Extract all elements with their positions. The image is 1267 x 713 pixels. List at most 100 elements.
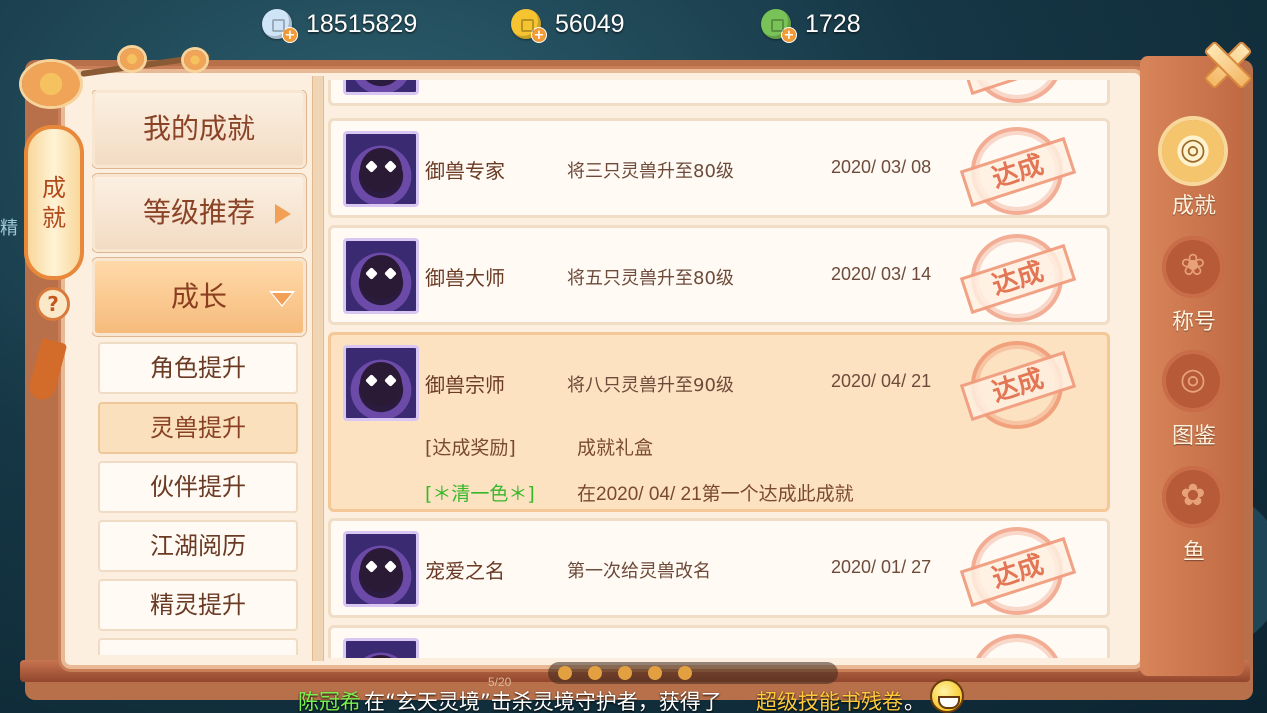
subcategory-role[interactable]: 角色提升 [98,342,298,394]
category-label: 等级推荐 [142,196,255,229]
side-edge-label: 精 [0,218,18,239]
stamp-label: 达成 [959,350,1077,422]
achievement-date: 2020/ 03/ 14 [831,264,932,284]
tab-label: 鱼 [1182,540,1205,565]
subcategory-spirit[interactable]: 精灵提升 [98,579,298,631]
subcategory-partner[interactable]: 伙伴提升 [98,461,298,513]
first-achiever-value: 在2020/ 04/ 21第一个达成此成就 [577,484,854,505]
completed-stamp [971,634,1063,658]
achievement-desc: 将五只灵兽升至80级 [567,268,734,289]
achievement-date: 2020/ 04/ 21 [831,371,932,391]
achievement-desc: 将八只灵兽升至90级 [567,375,734,396]
help-button[interactable]: ? [36,287,70,321]
tab-achievements[interactable]: ◎ 成就 [1152,120,1236,230]
stamp-label: 达成 [959,536,1077,608]
pet-avatar [343,131,419,207]
jade-coin-icon: + [761,9,797,43]
category-list[interactable]: 我的成就 等级推荐 成长 角色提升 灵兽提升 伙伴提升 江湖阅历 精灵提升 [92,90,308,655]
completed-stamp: 达成 [959,527,1077,615]
lantern-tab[interactable]: 成就 [24,125,84,280]
currency-bar: + 18515829 + 56049 + 1728 [0,4,1267,46]
gold-coin-icon: + [511,9,547,43]
chevron-down-icon [269,291,295,307]
category-growth[interactable]: 成长 [92,258,306,336]
completed-stamp: 达成 [959,234,1077,322]
subcategory-label: 伙伴提升 [150,473,246,501]
fish-icon: ✿ [1162,466,1224,528]
tab-collection[interactable]: ◎ 图鉴 [1152,350,1236,460]
achievement-date: 2020/ 01/ 27 [831,557,932,577]
achievement-row[interactable]: 达成 [328,80,1110,106]
achievement-desc: 第一次给灵兽改名 [567,561,711,582]
flower-icon [120,48,144,70]
first-achiever-label: [＊清一色＊] [425,483,535,505]
stamp-label: 达成 [959,80,1077,96]
subcategory-label: 精灵提升 [150,591,246,619]
achievement-list[interactable]: 达成 御兽专家 将三只灵兽升至80级 2020/ 03/ 08 达成 御兽大师 … [326,80,1114,658]
silver-coin-icon: + [262,9,298,43]
flame-icon [678,666,692,680]
silver-amount: 18515829 [306,9,418,38]
close-button[interactable] [1196,36,1256,90]
item-name[interactable]: 超级技能书残卷 [756,686,903,713]
player-name[interactable]: 陈冠希 [298,686,361,713]
subcategory-label: 灵兽提升 [150,414,246,442]
column-divider [312,76,324,661]
gold-amount: 56049 [555,9,625,38]
subcategory-label: 角色提升 [150,354,246,382]
achievement-name: 御兽专家 [425,159,505,183]
flower-icon [22,62,80,106]
add-icon[interactable]: + [531,27,547,43]
badge-icon: ❀ [1162,236,1224,298]
skill-bar [548,662,838,684]
subcategory-label: 江湖阅历 [150,532,246,560]
category-level-recommend[interactable]: 等级推荐 [92,174,306,252]
silver-currency[interactable]: + 18515829 [262,6,418,43]
achievement-name: 宠爱之名 [425,559,505,583]
system-broadcast: 陈冠希 在“玄天灵境”击杀灵境守护者，获得了 超级技能书残卷 。 [0,684,1267,713]
reward-label: [达成奖励] [425,437,516,459]
flame-icon [558,666,572,680]
stamp-label: 达成 [959,136,1077,208]
jade-amount: 1728 [805,9,861,38]
achievement-row[interactable]: 御兽专家 将三只灵兽升至80级 2020/ 03/ 08 达成 [328,118,1110,218]
add-icon[interactable]: + [282,27,298,43]
category-my-achievements[interactable]: 我的成就 [92,90,306,168]
reward-value: 成就礼盒 [577,437,654,459]
achievement-desc: 将三只灵兽升至80级 [567,161,734,182]
achievement-name: 御兽宗师 [425,373,505,397]
completed-stamp: 达成 [959,341,1077,429]
category-label: 成长 [170,280,227,313]
subcategory-pet[interactable]: 灵兽提升 [98,402,298,454]
completed-stamp: 达成 [959,127,1077,215]
achievement-row-expanded[interactable]: 御兽宗师 将八只灵兽升至90级 2020/ 04/ 21 达成 [达成奖励] 成… [328,332,1110,512]
flame-icon [618,666,632,680]
flame-icon [588,666,602,680]
tab-titles[interactable]: ❀ 称号 [1152,236,1236,346]
add-icon[interactable]: + [781,27,797,43]
pet-avatar [343,531,419,607]
subcategory-more[interactable] [98,638,298,655]
stamp-label: 达成 [959,243,1077,315]
tab-label: 称号 [1171,310,1216,335]
category-label: 我的成就 [142,112,255,145]
pet-avatar [343,238,419,314]
pet-avatar [343,345,419,421]
achievement-row[interactable]: 宠爱之名 第一次给灵兽改名 2020/ 01/ 27 达成 [328,518,1110,618]
tab-fish[interactable]: ✿ 鱼 [1152,466,1236,576]
lantern-label: 成就 [42,174,66,232]
broadcast-text: 在“玄天灵境”击杀灵境守护者，获得了 [364,690,722,713]
pet-avatar [343,638,419,658]
grin-emoji-icon [930,679,964,713]
tab-label: 图鉴 [1171,424,1216,449]
achievement-name: 御兽大师 [425,266,505,290]
gold-currency[interactable]: + 56049 [511,6,625,43]
broadcast-end: 。 [904,690,925,713]
achievement-row[interactable]: 御兽大师 将五只灵兽升至80级 2020/ 03/ 14 达成 [328,225,1110,325]
coins-icon: ◎ [1162,120,1224,182]
chevron-right-icon [275,204,291,224]
subcategory-experience[interactable]: 江湖阅历 [98,520,298,572]
jade-currency[interactable]: + 1728 [761,6,861,43]
achievement-row[interactable] [328,625,1110,658]
achievement-date: 2020/ 03/ 08 [831,157,932,177]
